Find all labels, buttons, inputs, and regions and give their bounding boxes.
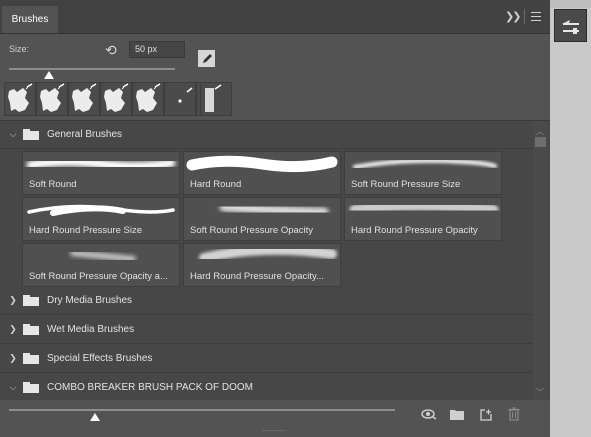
recent-brush-4[interactable] <box>100 82 132 116</box>
panel-tab-bar: Brushes ❯❯ <box>0 0 550 34</box>
size-input[interactable]: 50 px <box>129 41 185 58</box>
chevron-right-icon[interactable]: ❯ <box>7 324 19 335</box>
folder-icon <box>23 129 39 140</box>
brush-name: Hard Round Pressure Opacity <box>351 225 478 236</box>
group-dry-media-brushes[interactable]: ❯ Dry Media Brushes <box>0 287 533 315</box>
brush-settings-button[interactable] <box>198 50 215 67</box>
double-chevron-right-icon[interactable]: ❯❯ <box>505 10 522 23</box>
scroll-up-icon[interactable]: ︿ <box>536 126 544 137</box>
brush-name: Soft Round Pressure Opacity a... <box>29 271 168 282</box>
brush-preset-icon <box>8 83 33 112</box>
chevron-down-icon[interactable]: ⌵ <box>7 382 19 393</box>
collapsed-dock <box>550 0 591 437</box>
brush-name: Hard Round Pressure Opacity... <box>190 271 324 282</box>
reset-size-icon[interactable]: ⟲ <box>105 42 117 59</box>
recent-brush-8[interactable] <box>200 82 232 116</box>
chevron-right-icon[interactable]: ❯ <box>7 353 19 364</box>
brush-tile[interactable]: Hard Round Pressure Opacity... <box>183 243 341 287</box>
tab-brushes[interactable]: Brushes <box>2 6 58 33</box>
group-label: Special Effects Brushes <box>47 353 153 364</box>
recent-brush-2[interactable] <box>36 82 68 116</box>
recent-brush-1[interactable] <box>4 82 36 116</box>
brush-tile[interactable]: Hard Round Pressure Size <box>22 197 180 241</box>
group-label: General Brushes <box>47 129 123 140</box>
brush-stroke-preview <box>186 155 338 173</box>
brush-edit-icon <box>202 53 212 63</box>
brush-name: Hard Round Pressure Size <box>29 225 142 236</box>
brush-stroke-preview <box>26 157 176 171</box>
thumbnail-size-slider[interactable] <box>9 409 395 411</box>
group-label: COMBO BREAKER BRUSH PACK OF DOOM <box>47 382 253 393</box>
scroll-down-icon[interactable]: ﹀ <box>536 387 544 398</box>
recent-brushes-row: 40 <box>0 82 232 118</box>
resize-grip[interactable] <box>263 430 285 433</box>
size-slider-track[interactable] <box>9 68 175 70</box>
brush-tile[interactable]: Soft Round <box>22 151 180 195</box>
size-label: Size: <box>9 44 30 54</box>
brush-tile[interactable]: Hard Round <box>183 151 341 195</box>
recent-brush-5[interactable] <box>132 82 164 116</box>
panel-menu-icon[interactable] <box>531 12 541 24</box>
brush-name: Soft Round <box>29 179 77 190</box>
folder-icon <box>23 324 39 335</box>
brushes-panel: Brushes ❯❯ Size: ⟲ 50 px 40 ⌵ General Br… <box>0 0 550 437</box>
new-group-folder-icon[interactable] <box>448 405 466 423</box>
brush-stroke-preview <box>219 202 329 217</box>
brush-settings-icon <box>561 19 579 34</box>
brush-preset-icon <box>40 83 65 112</box>
brush-preset-icon <box>72 83 97 112</box>
brush-panel-toggle-button[interactable] <box>554 9 587 42</box>
panel-footer <box>0 400 550 437</box>
brush-stroke-preview <box>70 250 136 262</box>
brush-stroke-preview <box>349 200 499 216</box>
thumbnail-size-thumb[interactable] <box>90 413 100 421</box>
brush-tile[interactable]: Soft Round Pressure Size <box>344 151 502 195</box>
brush-preset-icon <box>104 83 129 112</box>
group-label: Wet Media Brushes <box>47 324 135 335</box>
trash-icon[interactable] <box>505 405 523 423</box>
group-special-effects-brushes[interactable]: ❯ Special Effects Brushes <box>0 345 533 373</box>
tab-divider <box>524 9 525 24</box>
group-label: Dry Media Brushes <box>47 295 133 306</box>
brush-tile[interactable]: Soft Round Pressure Opacity a... <box>22 243 180 287</box>
scrollbar-thumb[interactable] <box>535 137 546 147</box>
brush-stroke-preview <box>27 204 175 216</box>
vertical-scrollbar[interactable]: ︿ ﹀ <box>533 121 548 400</box>
brush-preset-icon <box>205 84 222 112</box>
brush-preset-icon <box>178 87 193 103</box>
group-general-brushes[interactable]: ⌵ General Brushes <box>0 121 533 149</box>
dock-grip[interactable] <box>550 0 591 8</box>
brush-stroke-preview <box>353 158 497 169</box>
recent-brush-6[interactable] <box>164 82 196 116</box>
new-brush-icon[interactable] <box>477 405 495 423</box>
chevron-down-icon[interactable]: ⌵ <box>7 129 19 140</box>
chevron-right-icon[interactable]: ❯ <box>7 295 19 306</box>
brush-tile[interactable]: Soft Round Pressure Opacity <box>183 197 341 241</box>
folder-icon <box>23 295 39 306</box>
group-combo-breaker[interactable]: ⌵ COMBO BREAKER BRUSH PACK OF DOOM <box>0 374 533 400</box>
group-wet-media-brushes[interactable]: ❯ Wet Media Brushes <box>0 316 533 344</box>
brush-name: Soft Round Pressure Size <box>351 179 461 190</box>
brush-preset-icon <box>136 83 161 112</box>
brush-name: Soft Round Pressure Opacity <box>190 225 314 236</box>
brush-tile[interactable]: Hard Round Pressure Opacity <box>344 197 502 241</box>
brush-list: ⌵ General Brushes Soft Round Hard Round So… <box>0 120 550 400</box>
eye-icon[interactable] <box>420 405 438 423</box>
brush-stroke-preview <box>199 244 337 263</box>
folder-icon <box>23 382 39 393</box>
brush-name: Hard Round <box>190 179 242 190</box>
recent-brush-3[interactable] <box>68 82 100 116</box>
folder-icon <box>23 353 39 364</box>
size-slider-thumb[interactable] <box>44 71 54 79</box>
